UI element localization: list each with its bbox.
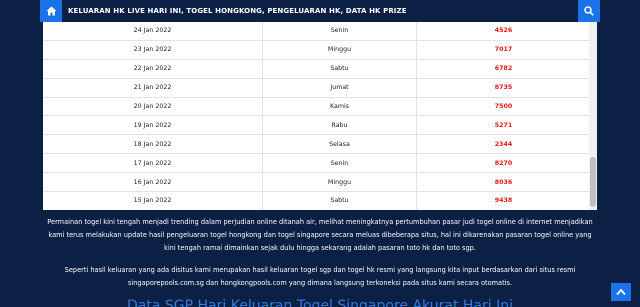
home-icon	[46, 6, 56, 16]
scrollbar-thumb[interactable]	[590, 157, 596, 207]
number-cell: 8735	[416, 78, 589, 98]
day-cell: Rabu	[262, 115, 417, 136]
date-cell: 24 Jan 2022	[43, 22, 263, 41]
number-cell: 8036	[416, 172, 589, 193]
day-cell: Sabtu	[262, 59, 417, 79]
home-button[interactable]	[40, 0, 62, 22]
table-row: 21 Jan 2022 Jumat 8735	[43, 78, 589, 98]
table-row: 15 Jan 2022 Sabtu 9438	[43, 191, 589, 210]
table-row: 24 Jan 2022 Senin 4526	[43, 22, 589, 41]
results-table: 24 Jan 2022 Senin 4526 23 Jan 2022 Minggu 701…	[43, 22, 589, 210]
table-row: 20 Jan 2022 Kamis 7500	[43, 97, 589, 117]
intro-paragraph: Permainan togel kini tengah menjadi tren…	[47, 218, 593, 252]
date-cell: 20 Jan 2022	[43, 97, 263, 117]
day-cell: Selasa	[262, 134, 417, 155]
date-cell: 23 Jan 2022	[43, 40, 263, 60]
number-cell: 9438	[416, 191, 589, 210]
section-heading: Data SGP Hari Keluaran Togel Singapore A…	[127, 298, 513, 307]
number-cell: 8270	[416, 153, 589, 174]
day-cell: Minggu	[262, 172, 417, 193]
site-title[interactable]: KELUARAN HK LIVE HARI INI, TOGEL HONGKON…	[68, 7, 407, 15]
date-cell: 19 Jan 2022	[43, 115, 263, 136]
date-cell: 15 Jan 2022	[43, 191, 263, 210]
number-cell: 2344	[416, 134, 589, 155]
number-cell: 7017	[416, 40, 589, 60]
date-cell: 16 Jan 2022	[43, 172, 263, 193]
table-row: 16 Jan 2022 Minggu 8036	[43, 172, 589, 193]
table-row: 19 Jan 2022 Rabu 5271	[43, 115, 589, 136]
date-cell: 22 Jan 2022	[43, 59, 263, 79]
scroll-to-top-button[interactable]	[611, 283, 631, 301]
date-cell: 21 Jan 2022	[43, 78, 263, 98]
table-row: 18 Jan 2022 Selasa 2344	[43, 134, 589, 155]
number-cell: 7500	[416, 97, 589, 117]
search-button[interactable]	[578, 0, 600, 22]
source-paragraph: Seperti hasil keluaran yang ada disitus …	[64, 266, 576, 287]
results-table-body: 24 Jan 2022 Senin 4526 23 Jan 2022 Minggu 701…	[43, 22, 589, 210]
number-cell: 5271	[416, 115, 589, 136]
top-nav-bar: KELUARAN HK LIVE HARI INI, TOGEL HONGKON…	[0, 0, 640, 22]
date-cell: 17 Jan 2022	[43, 153, 263, 174]
day-cell: Senin	[262, 153, 417, 174]
table-row: 22 Jan 2022 Sabtu 6782	[43, 59, 589, 79]
table-scrollbar[interactable]	[589, 22, 597, 210]
number-cell: 6782	[416, 59, 589, 79]
day-cell: Jumat	[262, 78, 417, 98]
day-cell: Minggu	[262, 40, 417, 60]
table-row: 17 Jan 2022 Senin 8270	[43, 153, 589, 174]
day-cell: Kamis	[262, 97, 417, 117]
day-cell: Sabtu	[262, 191, 417, 210]
date-cell: 18 Jan 2022	[43, 134, 263, 155]
chevron-up-icon	[616, 288, 626, 296]
day-cell: Senin	[262, 22, 417, 41]
search-icon	[584, 6, 594, 16]
number-cell: 4526	[416, 22, 589, 41]
table-row: 23 Jan 2022 Minggu 7017	[43, 40, 589, 60]
